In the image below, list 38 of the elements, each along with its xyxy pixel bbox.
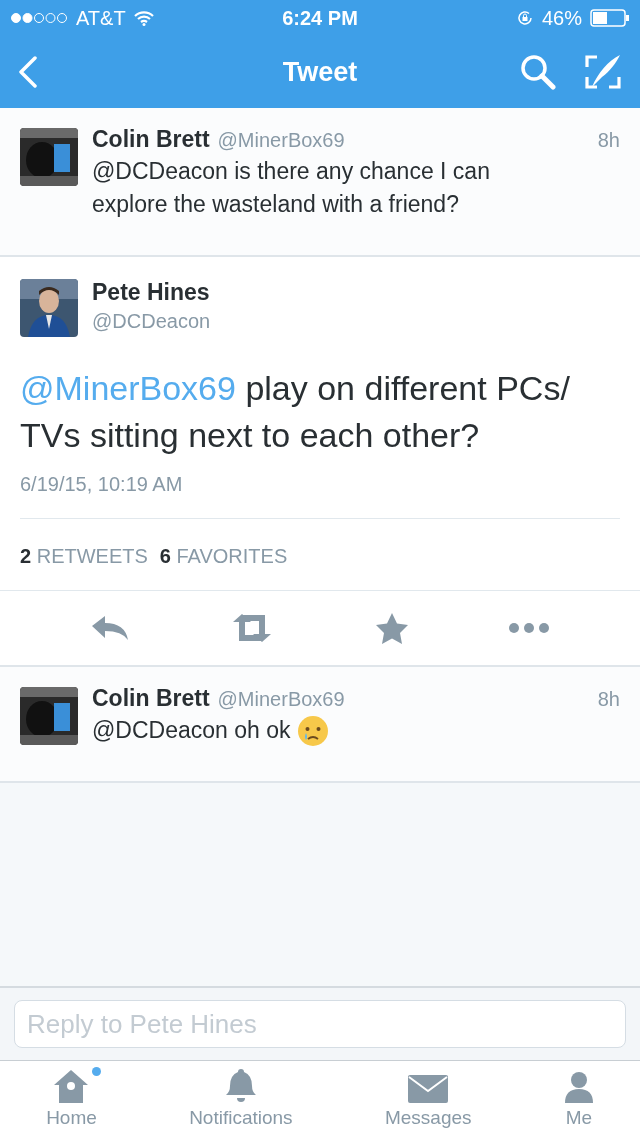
tweet-age: 8h xyxy=(597,129,620,152)
reply-field[interactable]: Reply to Pete Hines xyxy=(14,1000,626,1048)
bell-icon xyxy=(224,1067,257,1103)
tab[interactable]: Me xyxy=(563,1061,594,1137)
clock: 6:24 PM xyxy=(282,6,358,30)
compose-icon[interactable] xyxy=(584,53,622,91)
favorite-icon[interactable] xyxy=(374,612,409,644)
tweet-text: @DCDeacon oh ok xyxy=(92,716,291,745)
back-icon[interactable] xyxy=(18,56,38,88)
wifi-icon xyxy=(133,10,154,26)
tab[interactable]: Home xyxy=(46,1061,97,1137)
screen-title: Tweet xyxy=(282,56,358,88)
author-handle[interactable]: @MinerBox69 xyxy=(217,129,345,152)
birdhouse-icon xyxy=(53,1069,90,1103)
person-icon xyxy=(563,1071,594,1103)
favorite-count[interactable]: 6 FAVORITES xyxy=(159,545,288,568)
tweet-timestamp: 6/19/15, 10:19 AM xyxy=(20,473,184,496)
battery-icon xyxy=(590,9,630,27)
carrier: AT&T xyxy=(76,6,126,30)
crying-face-icon xyxy=(296,714,329,747)
author-name[interactable]: Colin Brett xyxy=(92,685,210,712)
author-handle[interactable]: @MinerBox69 xyxy=(217,688,345,711)
mention-link[interactable]: @MinerBox69 xyxy=(20,369,236,407)
rotation-lock-icon xyxy=(515,9,534,27)
tweet-text: @DCDeacon is there any chance I can explore the wasteland with a friend? xyxy=(92,157,491,219)
tab[interactable]: Messages xyxy=(384,1061,472,1137)
search-icon[interactable] xyxy=(520,54,556,90)
tweet-age: 8h xyxy=(597,688,620,711)
tab[interactable]: Notifications xyxy=(189,1061,293,1137)
author-name[interactable]: Colin Brett xyxy=(92,126,210,153)
battery-percent: 46% xyxy=(541,6,582,30)
author-name[interactable]: Pete Hines xyxy=(92,279,211,306)
more-icon[interactable] xyxy=(508,622,551,634)
author-handle[interactable]: @DCDeacon xyxy=(92,310,211,333)
signal-icon xyxy=(10,12,68,24)
retweet-count[interactable]: 2 RETWEETS xyxy=(20,545,148,568)
envelope-icon xyxy=(408,1075,449,1103)
tweet-text: @MinerBox69 play on different PCs/ TVs sitting next to each other? xyxy=(20,368,571,456)
